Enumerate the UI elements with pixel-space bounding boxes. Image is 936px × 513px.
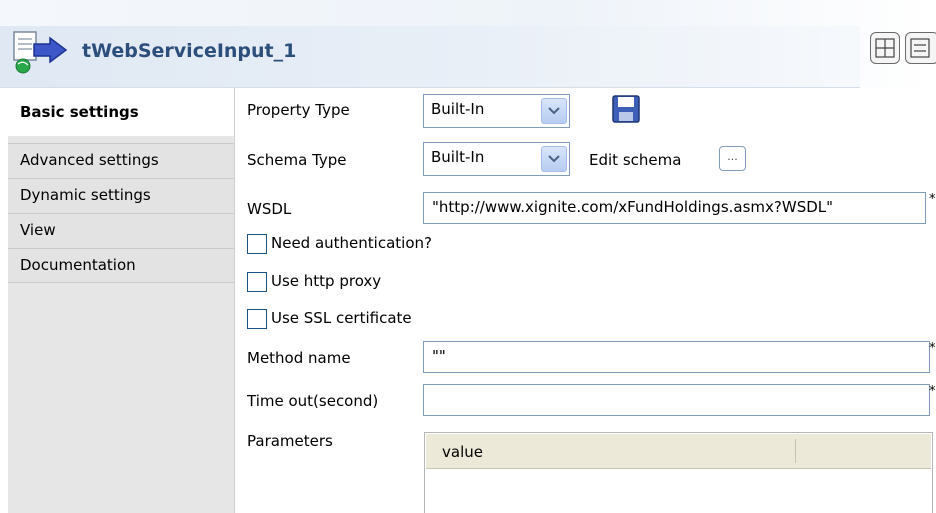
column-header-value[interactable]: value: [442, 443, 483, 461]
edit-schema-label: Edit schema: [589, 151, 682, 169]
need-authentication-label: Need authentication?: [271, 234, 432, 252]
property-type-value: Built-In: [431, 100, 485, 118]
wsdl-input[interactable]: "http://www.xignite.com/xFundHoldings.as…: [423, 192, 926, 224]
parameters-table-header: value: [426, 434, 931, 469]
property-type-label: Property Type: [247, 101, 350, 119]
edit-schema-button[interactable]: ...: [719, 146, 746, 171]
method-name-label: Method name: [247, 349, 351, 367]
schema-type-value: Built-In: [431, 148, 485, 166]
tab-label: Advanced settings: [20, 151, 159, 169]
tab-dynamic-settings[interactable]: Dynamic settings: [8, 178, 234, 213]
use-http-proxy-checkbox[interactable]: [247, 272, 267, 292]
tab-view[interactable]: View: [8, 213, 234, 248]
use-ssl-certificate-label: Use SSL certificate: [271, 309, 412, 327]
use-ssl-certificate-checkbox[interactable]: [247, 309, 267, 329]
required-marker: *: [929, 384, 936, 399]
settings-sidebar: Basic settings Advanced settings Dynamic…: [8, 88, 234, 513]
component-header: tWebServiceInput_1: [0, 0, 936, 88]
parameters-label: Parameters: [247, 432, 333, 450]
tab-label: Documentation: [20, 256, 136, 274]
required-marker: *: [929, 341, 936, 356]
tab-documentation[interactable]: Documentation: [8, 248, 234, 283]
tab-basic-settings[interactable]: Basic settings: [8, 88, 234, 136]
chevron-down-icon[interactable]: [541, 146, 567, 172]
timeout-input[interactable]: [423, 384, 930, 416]
tab-advanced-settings[interactable]: Advanced settings: [8, 143, 234, 178]
column-separator: [795, 439, 796, 463]
grid-layout-icon: [875, 38, 895, 58]
need-authentication-checkbox[interactable]: [247, 234, 267, 254]
required-marker: *: [929, 192, 936, 207]
schema-type-label: Schema Type: [247, 151, 347, 169]
sidebar-divider: [234, 88, 235, 513]
tab-label: View: [20, 221, 56, 239]
schema-type-select[interactable]: Built-In: [423, 142, 570, 176]
layout-list-button[interactable]: [905, 32, 936, 64]
tab-label: Dynamic settings: [20, 186, 151, 204]
tab-label: Basic settings: [20, 103, 139, 121]
list-layout-icon: [910, 38, 930, 58]
web-service-component-icon: [13, 31, 68, 74]
chevron-down-icon[interactable]: [541, 98, 567, 124]
wsdl-label: WSDL: [247, 200, 292, 218]
method-name-input[interactable]: "": [423, 341, 930, 373]
save-icon[interactable]: [611, 94, 641, 124]
layout-grid-button[interactable]: [870, 32, 900, 64]
parameters-table[interactable]: value: [424, 432, 933, 513]
component-title: tWebServiceInput_1: [82, 40, 297, 62]
timeout-label: Time out(second): [247, 392, 379, 410]
use-http-proxy-label: Use http proxy: [271, 272, 382, 290]
property-type-select[interactable]: Built-In: [423, 94, 570, 128]
